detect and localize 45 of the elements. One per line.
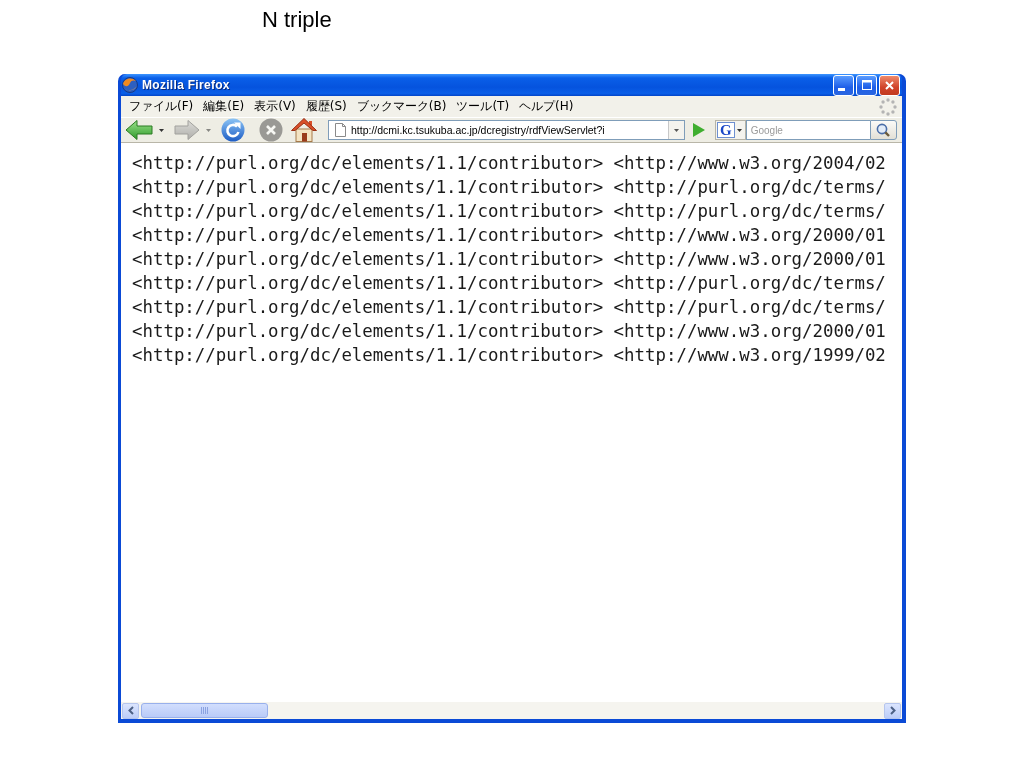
ntriple-line: <http://purl.org/dc/elements/1.1/contributor> <http://purl.org/dc/terms/	[132, 200, 886, 223]
menu-item[interactable]: 履歴(S)	[302, 98, 350, 115]
search-field[interactable]: Google	[745, 120, 870, 140]
maximize-button[interactable]	[856, 74, 877, 96]
ntriple-line: <http://purl.org/dc/elements/1.1/contributor> <http://www.w3.org/2000/01	[132, 248, 886, 271]
maximize-icon	[861, 80, 872, 90]
page-icon	[335, 123, 346, 137]
scroll-left-button[interactable]	[122, 702, 139, 719]
loading-spinner-icon	[879, 97, 897, 116]
close-button[interactable]	[879, 74, 900, 96]
ntriple-line: <http://purl.org/dc/elements/1.1/contributor> <http://purl.org/dc/terms/	[132, 176, 886, 199]
left-arrow-icon[interactable]	[125, 119, 153, 141]
search-icon	[876, 123, 891, 137]
scroll-right-button[interactable]	[884, 702, 901, 719]
menu-item[interactable]: 編集(E)	[200, 98, 248, 115]
minimize-button[interactable]	[833, 74, 854, 96]
slide-title: N triple	[262, 6, 332, 33]
address-field[interactable]: http://dcmi.kc.tsukuba.ac.jp/dcregistry/rdfViewServlet?i	[328, 120, 685, 140]
menu-item[interactable]: ヘルプ(H)	[516, 98, 577, 115]
scrollbar-thumb[interactable]	[141, 703, 268, 718]
ntriple-line: <http://purl.org/dc/elements/1.1/contributor> <http://www.w3.org/2004/02	[132, 152, 886, 175]
reload-icon[interactable]	[221, 118, 245, 142]
caret-icon	[736, 128, 742, 132]
ntriple-line: <http://purl.org/dc/elements/1.1/contributor> <http://purl.org/dc/terms/	[132, 296, 886, 319]
chevron-left-icon	[127, 706, 134, 715]
dropdown-button[interactable]	[668, 121, 684, 139]
ntriple-line: <http://purl.org/dc/elements/1.1/contributor> <http://www.w3.org/2000/01	[132, 224, 886, 247]
grip-icon	[201, 707, 208, 714]
close-icon	[885, 80, 894, 90]
home-icon[interactable]	[291, 118, 317, 142]
caret-icon	[674, 128, 679, 132]
menu-item[interactable]: ツール(T)	[453, 98, 513, 115]
menu-item[interactable]: ブックマーク(B)	[353, 98, 450, 115]
window-title: Mozilla Firefox	[142, 78, 230, 92]
ntriple-line: <http://purl.org/dc/elements/1.1/contributor> <http://www.w3.org/1999/02	[132, 344, 886, 367]
menu-item[interactable]: 表示(V)	[251, 98, 299, 115]
search-button[interactable]	[869, 120, 897, 140]
globe-icon	[122, 77, 138, 93]
menu-item[interactable]: ファイル(F)	[126, 98, 197, 115]
search-engine-button[interactable]: G	[715, 120, 746, 140]
ntriple-line: <http://purl.org/dc/elements/1.1/contributor> <http://purl.org/dc/terms/	[132, 272, 886, 295]
ntriple-line: <http://purl.org/dc/elements/1.1/contributor> <http://www.w3.org/2000/01	[132, 320, 886, 343]
minimize-icon	[838, 87, 845, 91]
chevron-right-icon	[889, 706, 896, 715]
caret-icon[interactable]	[159, 128, 164, 132]
